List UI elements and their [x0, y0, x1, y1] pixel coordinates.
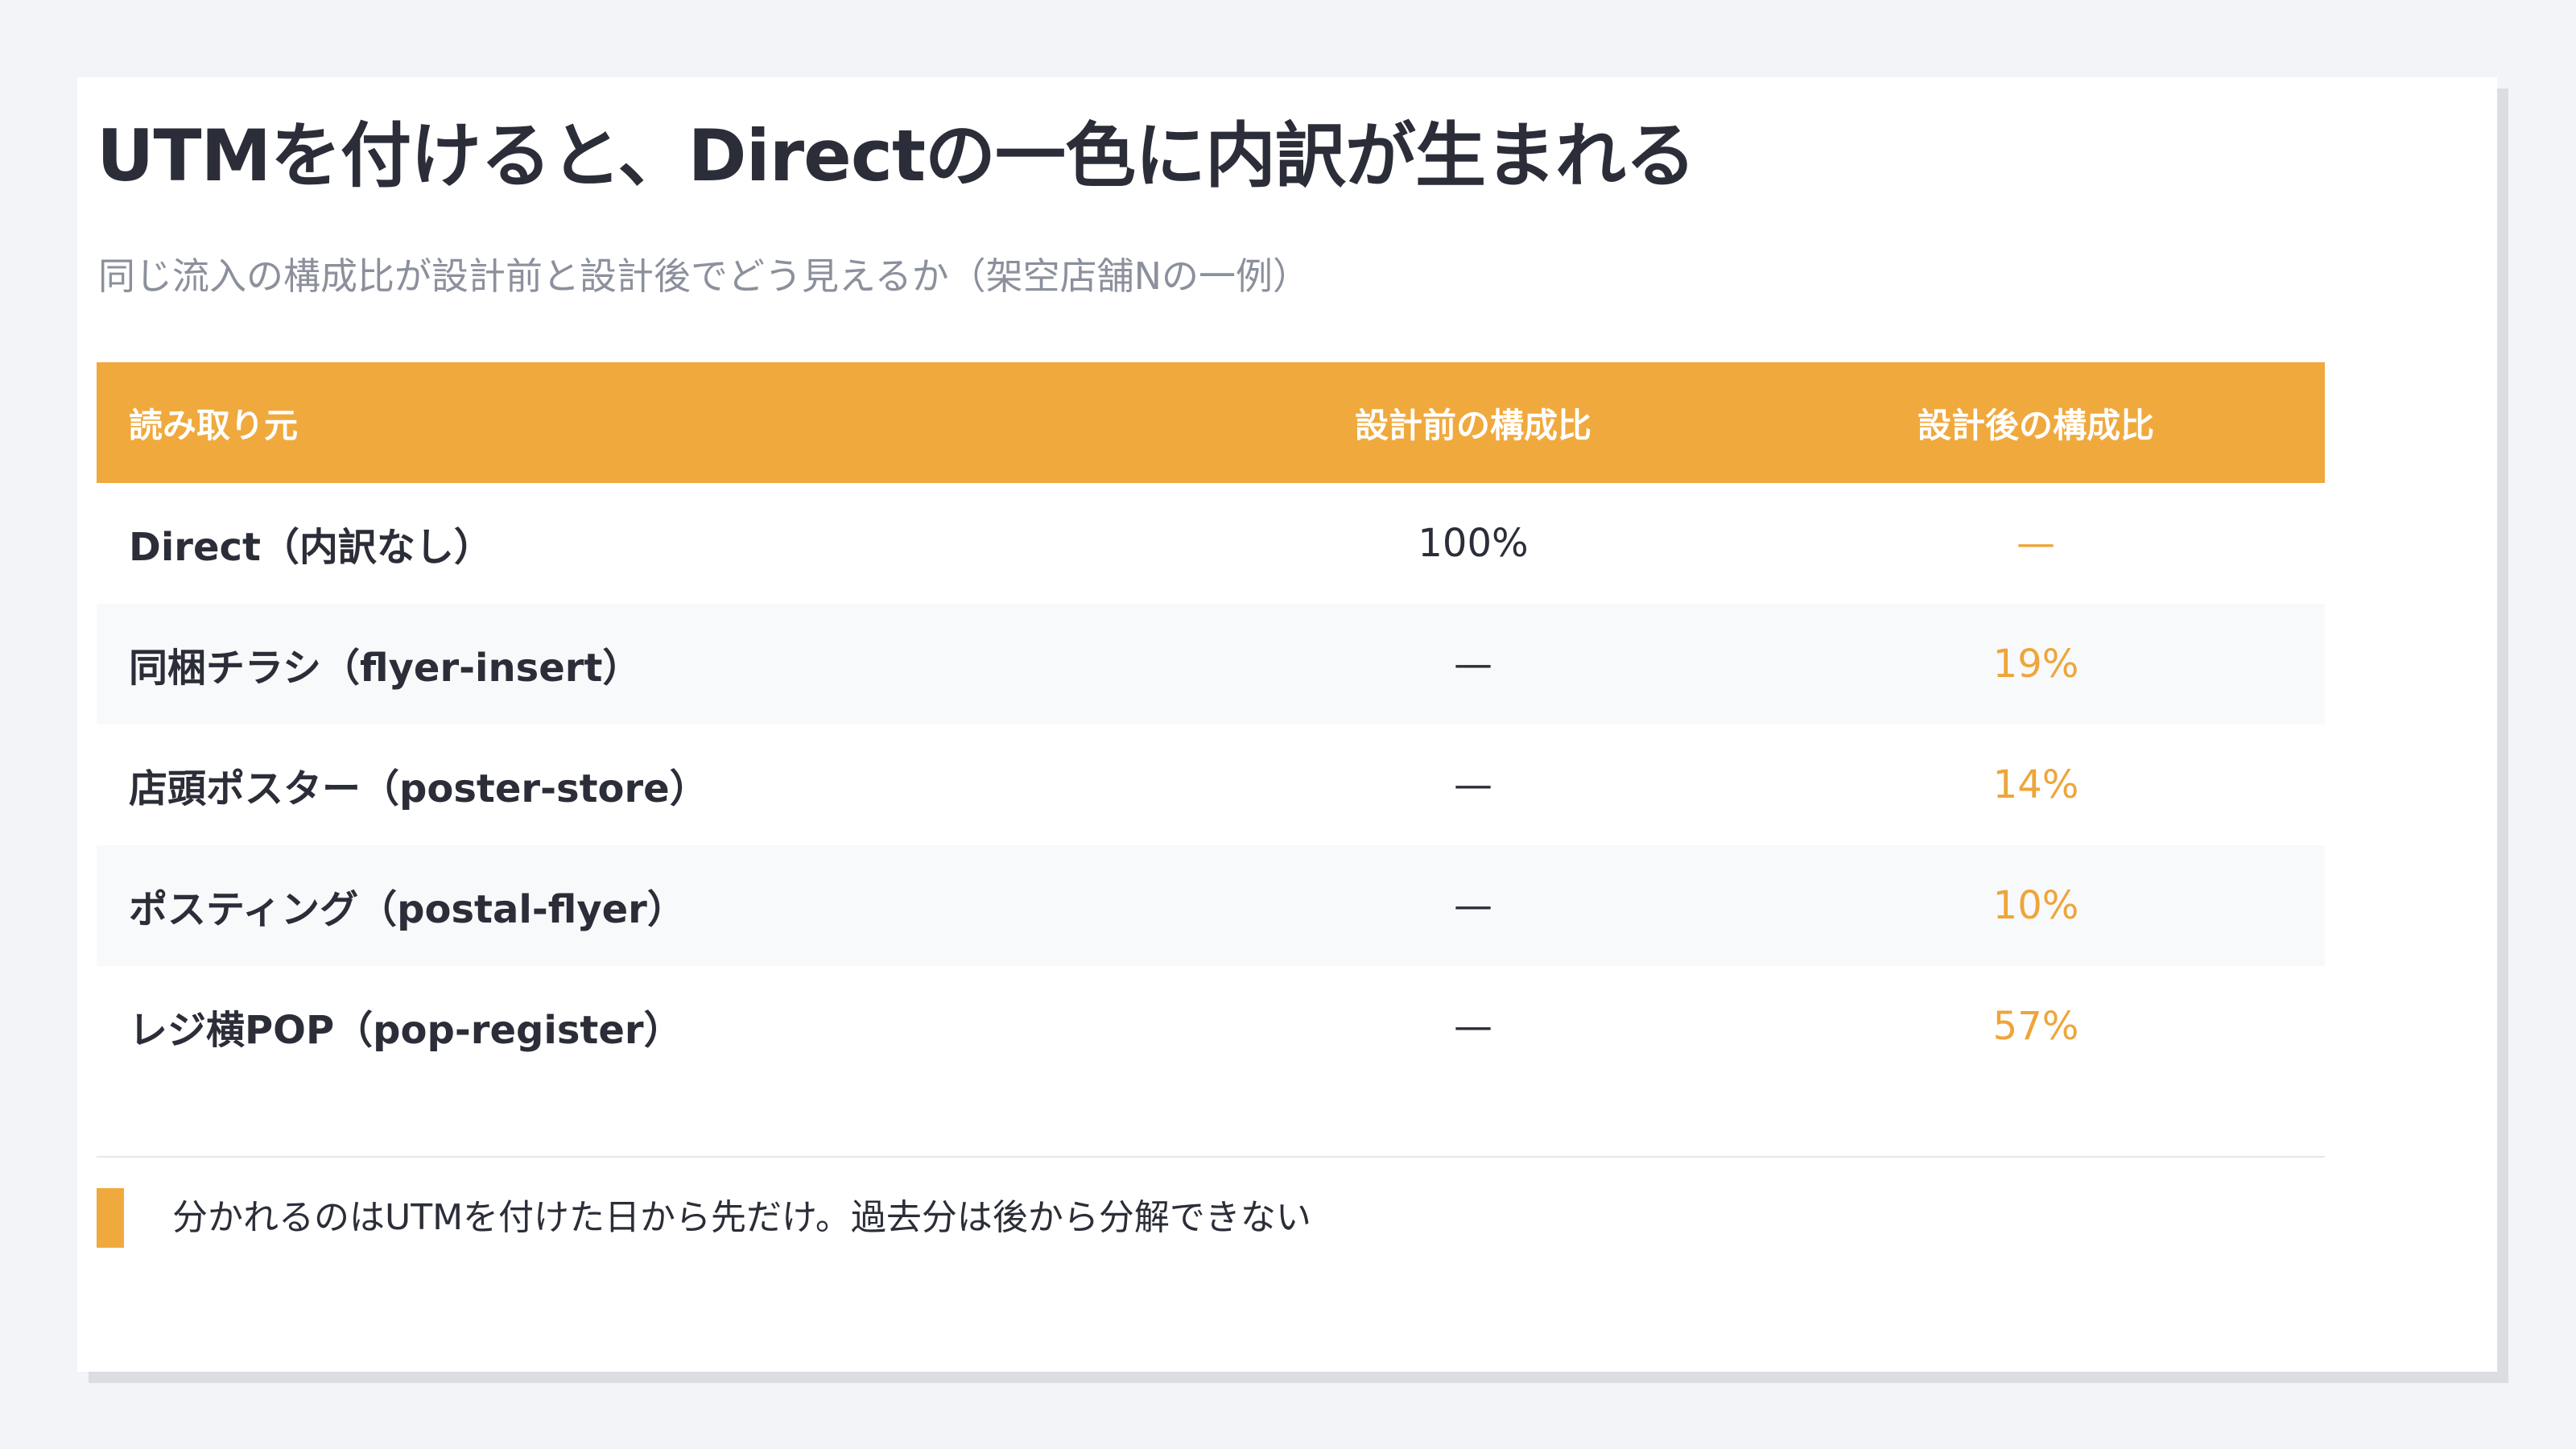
page-subtitle: 同じ流入の構成比が設計前と設計後でどう見えるか（架空店舗Nの一例） [98, 254, 1311, 298]
cell-after: 10% [1992, 883, 2079, 928]
table-row: 店頭ポスター（poster-store） — 14% [97, 724, 2325, 845]
page-title: UTMを付けると、Directの一色に内訳が生まれる [97, 114, 1696, 197]
cell-after: 57% [1992, 1004, 2079, 1049]
cell-before: — [1454, 1004, 1492, 1049]
note-accent-bar [97, 1188, 124, 1248]
cell-before: — [1454, 883, 1492, 928]
cell-source: Direct（内訳なし） [129, 525, 493, 570]
cell-before: — [1454, 762, 1492, 807]
footnote-text: 分かれるのはUTMを付けた日から先だけ。過去分は後から分解できない [172, 1197, 1311, 1238]
cell-before: — [1454, 642, 1492, 687]
table-row: 同梱チラシ（flyer-insert） — 19% [97, 604, 2325, 724]
table-row: レジ横POP（pop-register） — 57% [97, 966, 2325, 1087]
column-header-before: 設計前の構成比 [1354, 405, 1591, 445]
cell-source: ポスティング（postal-flyer） [129, 887, 686, 932]
table-row: ポスティング（postal-flyer） — 10% [97, 845, 2325, 966]
cell-after: 19% [1992, 642, 2079, 687]
cell-source: 同梱チラシ（flyer-insert） [129, 646, 642, 691]
cell-source: レジ横POP（pop-register） [129, 1008, 683, 1053]
cell-after: — [2017, 521, 2055, 566]
table-header-row: 読み取り元 設計前の構成比 設計後の構成比 [97, 362, 2325, 483]
composition-table: 読み取り元 設計前の構成比 設計後の構成比 Direct（内訳なし） 100% … [97, 362, 2325, 1087]
cell-source: 店頭ポスター（poster-store） [129, 766, 708, 811]
table-row: Direct（内訳なし） 100% — [97, 483, 2325, 604]
column-header-source: 読み取り元 [129, 405, 299, 445]
cell-after: 14% [1992, 762, 2079, 807]
note-divider [97, 1156, 2325, 1158]
column-header-after: 設計後の構成比 [1917, 405, 2154, 445]
cell-before: 100% [1418, 521, 1529, 566]
